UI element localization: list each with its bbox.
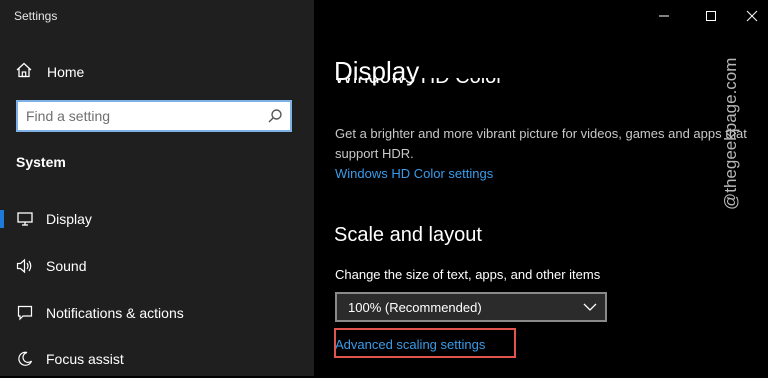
chevron-down-icon — [575, 303, 605, 311]
highlight-box — [334, 328, 516, 358]
sidebar-item-notifications[interactable]: Notifications & actions — [0, 294, 314, 332]
sidebar-item-label: Display — [46, 211, 92, 227]
monitor-icon — [16, 210, 34, 228]
close-button[interactable] — [732, 6, 768, 26]
sidebar-item-focus-assist[interactable]: Focus assist — [0, 340, 314, 378]
hd-color-heading: Windows HD Color — [334, 78, 634, 96]
sidebar-item-label: Notifications & actions — [46, 305, 184, 321]
search-icon[interactable] — [260, 102, 290, 130]
maximize-button[interactable] — [691, 6, 731, 26]
home-icon — [15, 61, 33, 84]
minimize-button[interactable] — [644, 6, 684, 26]
speaker-icon — [16, 257, 34, 275]
search-input[interactable] — [18, 102, 260, 130]
watermark-text: @thegeekpage.com — [721, 57, 740, 210]
hd-color-settings-link[interactable]: Windows HD Color settings — [335, 166, 493, 181]
sidebar: Settings Home System Display Sound Notif… — [0, 0, 314, 376]
sidebar-item-label: Focus assist — [46, 351, 124, 367]
hd-color-heading-text: Windows HD Color — [334, 78, 503, 89]
maximize-icon — [706, 11, 716, 21]
scale-dropdown[interactable]: 100% (Recommended) — [335, 292, 607, 322]
sidebar-item-label: Sound — [46, 258, 87, 274]
window-title: Settings — [14, 9, 58, 23]
scale-label: Change the size of text, apps, and other… — [335, 267, 601, 282]
search-box[interactable] — [16, 100, 292, 132]
sidebar-item-sound[interactable]: Sound — [0, 247, 314, 285]
home-label: Home — [47, 64, 85, 80]
sidebar-item-display[interactable]: Display — [0, 200, 314, 238]
main-panel: Display Windows HD Color Get a brighter … — [314, 0, 768, 376]
close-icon — [746, 10, 758, 22]
notification-icon — [16, 304, 34, 322]
section-title: System — [16, 154, 66, 170]
scale-layout-heading: Scale and layout — [334, 224, 482, 246]
hd-color-description: Get a brighter and more vibrant picture … — [335, 126, 747, 161]
minimize-icon — [659, 15, 669, 17]
moon-icon — [16, 350, 34, 368]
active-indicator — [0, 210, 4, 228]
scale-dropdown-value: 100% (Recommended) — [348, 299, 482, 315]
sidebar-item-home[interactable]: Home — [15, 60, 84, 84]
